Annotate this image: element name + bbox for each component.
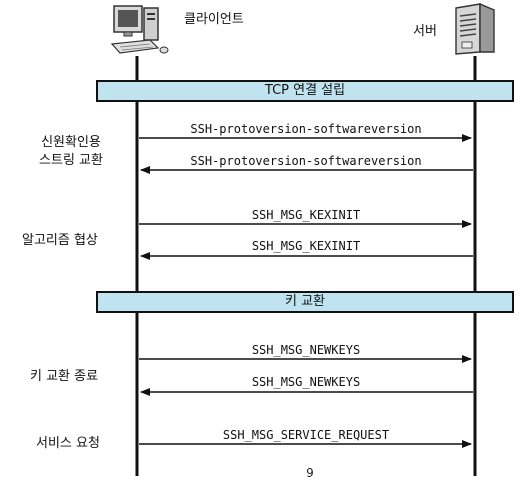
page-number: 9 xyxy=(306,466,314,480)
message-label-7: SSH_MSG_SERVICE_REQUEST xyxy=(222,428,390,442)
computer-icon xyxy=(110,5,169,54)
message-label-3: SSH_MSG_KEXINIT xyxy=(251,208,361,222)
phase-label-identification: 신원확인용 스트링 교환 xyxy=(26,134,116,170)
server-icon xyxy=(455,2,495,55)
message-label-4: SSH_MSG_KEXINIT xyxy=(251,239,361,253)
phase-label-identification-line2: 스트링 교환 xyxy=(39,153,103,168)
phase-label-key-exchange-end: 키 교환 종료 xyxy=(30,369,99,384)
phase-label-algorithm-negotiation: 알고리즘 협상 xyxy=(22,233,98,248)
message-label-1: SSH-protoversion-softwareversion xyxy=(190,122,422,136)
tcp-connection-band: TCP 연결 설립 xyxy=(96,80,514,102)
key-exchange-band: 키 교환 xyxy=(96,291,514,313)
phase-label-service-request: 서비스 요청 xyxy=(36,436,100,451)
message-label-6: SSH_MSG_NEWKEYS xyxy=(251,375,361,389)
message-label-2: SSH-protoversion-softwareversion xyxy=(190,154,422,168)
phase-label-identification-line1: 신원확인용 xyxy=(41,135,101,150)
client-label: 클라이언트 xyxy=(184,12,244,27)
server-label: 서버 xyxy=(413,24,437,39)
message-label-5: SSH_MSG_NEWKEYS xyxy=(251,343,361,357)
